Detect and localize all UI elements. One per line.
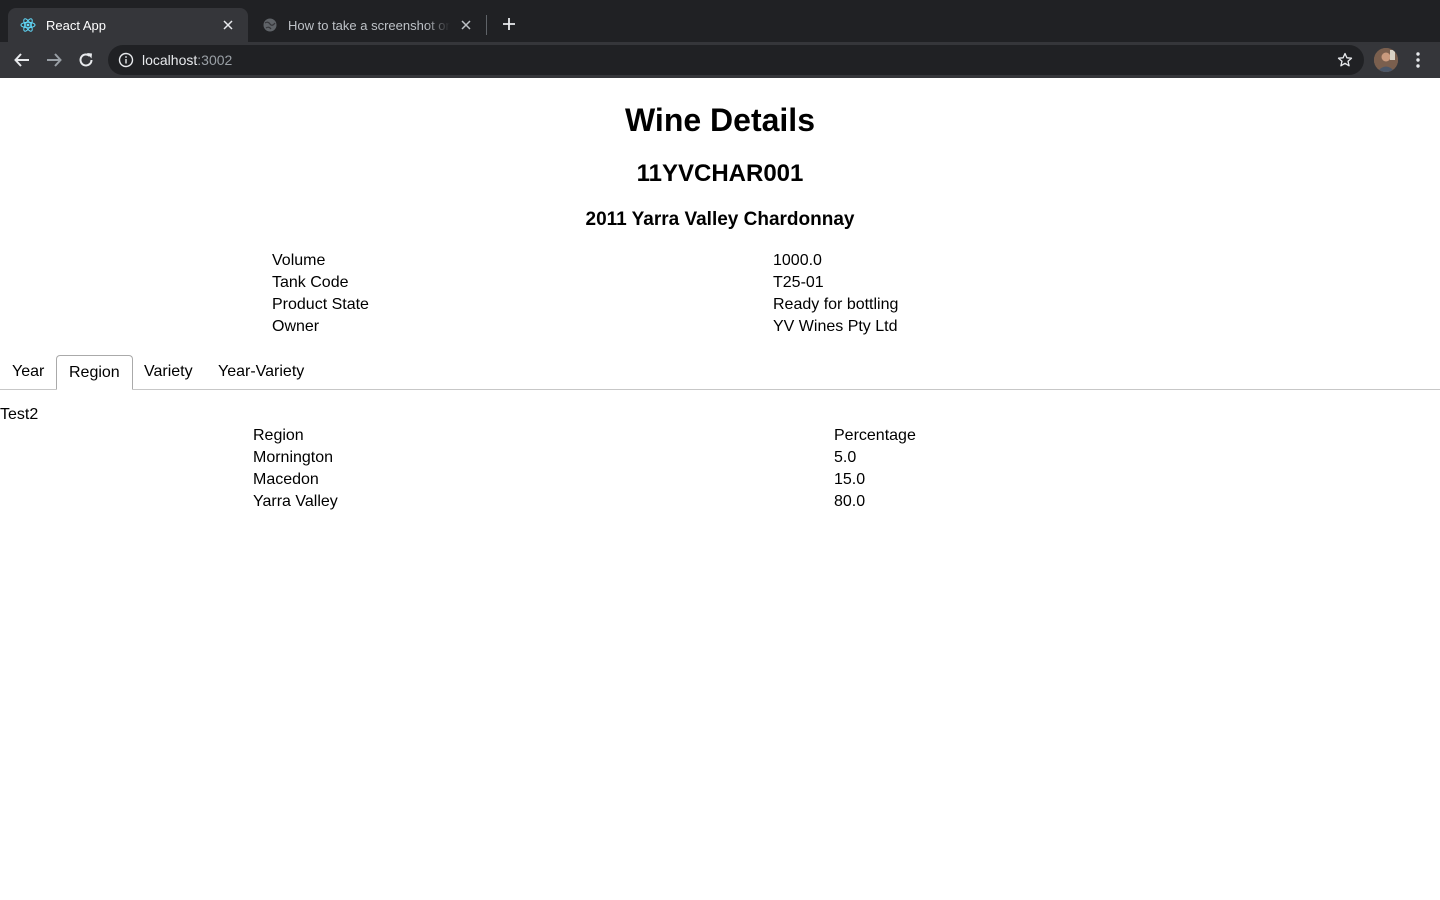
close-icon[interactable] bbox=[458, 17, 474, 33]
percentage-cell: 15.0 bbox=[834, 471, 866, 488]
bookmark-star-icon[interactable] bbox=[1336, 51, 1354, 69]
column-header: Percentage bbox=[834, 427, 916, 444]
detail-label: Product State bbox=[272, 296, 369, 313]
react-icon bbox=[20, 17, 36, 33]
detail-value: 1000.0 bbox=[773, 252, 822, 269]
detail-label: Volume bbox=[272, 252, 326, 269]
wine-name: 2011 Yarra Valley Chardonnay bbox=[585, 209, 855, 230]
composition-tabs: Year Region Variety Year-Variety bbox=[0, 355, 1440, 390]
percentage-cell: 80.0 bbox=[834, 493, 866, 510]
region-cell: Mornington bbox=[253, 449, 334, 466]
url-port: :3002 bbox=[197, 52, 233, 68]
tab-year[interactable]: Year bbox=[0, 355, 56, 390]
new-tab-icon[interactable] bbox=[498, 13, 520, 35]
table-row: Yarra Valley 80.0 bbox=[253, 491, 1153, 513]
tab-title: React App bbox=[46, 17, 106, 33]
wine-code: 11YVCHAR001 bbox=[636, 160, 804, 187]
region-cell: Yarra Valley bbox=[253, 493, 338, 510]
table-header-row: Region Percentage bbox=[253, 425, 1153, 447]
wine-details-table: Volume 1000.0 Tank Code T25-01 Product S… bbox=[272, 250, 1172, 338]
reload-icon[interactable] bbox=[74, 48, 98, 72]
browser-tab-strip: React App How to take a screenshot on a … bbox=[0, 0, 1440, 42]
column-header: Region bbox=[253, 427, 304, 444]
panel-title: Test2 bbox=[0, 406, 39, 423]
close-icon[interactable] bbox=[220, 17, 236, 33]
detail-row: Product State Ready for bottling bbox=[272, 294, 1172, 316]
detail-value: T25-01 bbox=[773, 274, 824, 291]
percentage-cell: 5.0 bbox=[834, 449, 857, 466]
detail-row: Owner YV Wines Pty Ltd bbox=[272, 316, 1172, 338]
detail-label: Owner bbox=[272, 318, 320, 335]
region-cell: Macedon bbox=[253, 471, 319, 488]
url-host: localhost bbox=[142, 52, 198, 68]
page-content: Wine Details 11YVCHAR001 2011 Yarra Vall… bbox=[0, 78, 1440, 900]
tab-title: How to take a screenshot on a Mac - Appl… bbox=[288, 17, 450, 33]
browser-tab-screenshot-help[interactable]: How to take a screenshot on a Mac - Appl… bbox=[250, 8, 486, 42]
back-icon[interactable] bbox=[10, 48, 34, 72]
info-icon[interactable] bbox=[118, 52, 134, 68]
forward-icon[interactable] bbox=[42, 48, 66, 72]
avatar[interactable] bbox=[1374, 48, 1398, 72]
tab-year-variety[interactable]: Year-Variety bbox=[206, 355, 316, 390]
detail-row: Tank Code T25-01 bbox=[272, 272, 1172, 294]
tab-variety[interactable]: Variety bbox=[132, 355, 205, 390]
table-row: Mornington 5.0 bbox=[253, 447, 1153, 469]
detail-value: Ready for bottling bbox=[773, 296, 899, 313]
table-row: Macedon 15.0 bbox=[253, 469, 1153, 491]
detail-value: YV Wines Pty Ltd bbox=[773, 318, 898, 335]
address-bar[interactable]: localhost:3002 bbox=[108, 45, 1364, 75]
detail-row: Volume 1000.0 bbox=[272, 250, 1172, 272]
browser-toolbar: localhost:3002 bbox=[0, 42, 1440, 78]
browser-tab-react-app[interactable]: React App bbox=[8, 8, 248, 42]
page-title: Wine Details bbox=[625, 102, 815, 138]
globe-icon bbox=[262, 17, 278, 33]
tab-region[interactable]: Region bbox=[56, 355, 133, 390]
detail-label: Tank Code bbox=[272, 274, 349, 291]
region-table: Region Percentage Mornington 5.0 Macedon… bbox=[253, 425, 1153, 513]
tab-divider bbox=[486, 15, 487, 35]
more-menu-icon[interactable] bbox=[1408, 48, 1428, 72]
